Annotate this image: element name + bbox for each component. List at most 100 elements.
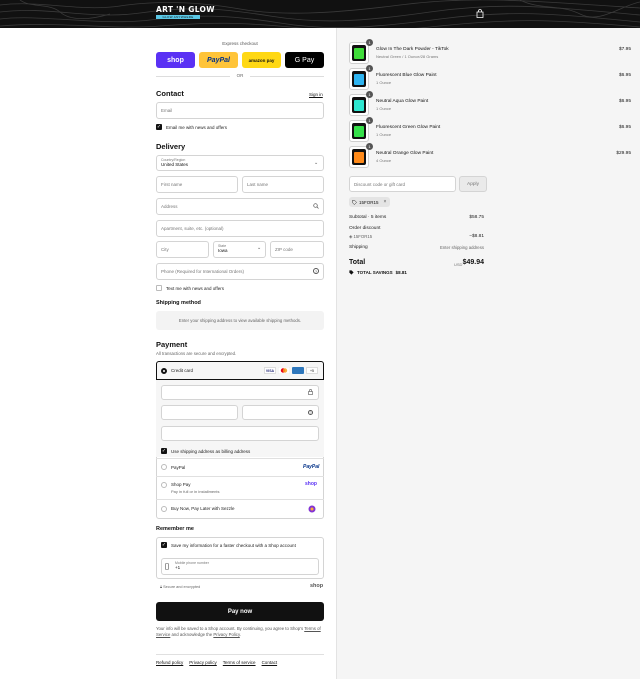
total-savings: TOTAL SAVINGS $8.81 (349, 270, 407, 275)
shipping-value: Enter shipping address (440, 245, 484, 250)
privacy-policy-link[interactable]: Privacy Policy (213, 632, 239, 637)
savings-label: TOTAL SAVINGS (357, 270, 393, 275)
card-number-field[interactable] (161, 385, 319, 400)
order-discount-code-text: 15FOR15 (353, 234, 373, 239)
terms-of-service-footer-link[interactable]: Terms of service (223, 660, 256, 665)
cart-item: 1 Neutral Orange Glow Paint 4 Ounce $29.95 (349, 143, 631, 170)
product-thumbnail (349, 42, 369, 64)
address-field[interactable]: Address (156, 198, 324, 215)
save-info-checkbox[interactable]: ✓ (161, 542, 167, 548)
total-value: $49.94 (462, 259, 484, 266)
product-variant: 1 Ounce (376, 106, 392, 111)
shop-pay-logo: shop (305, 481, 317, 487)
city-field[interactable]: City (156, 241, 209, 258)
brand-tagline: GLOW ANYWHERE (156, 15, 200, 19)
more-cards-badge: +5 (306, 367, 318, 374)
credit-card-radio[interactable] (161, 368, 167, 374)
phone-icon (165, 563, 169, 570)
product-price: $6.95 (618, 73, 631, 78)
product-price: $6.95 (618, 99, 631, 104)
shop-pay-button[interactable]: shop (156, 52, 195, 68)
cart-item: 1 Fluorescent Blue Glow Paint 1 Ounce $6.95 (349, 65, 631, 92)
quantity-badge: 1 (366, 91, 373, 98)
shop-pay-radio[interactable] (161, 482, 167, 488)
first-name-field[interactable]: First name (156, 176, 238, 193)
divider (156, 476, 324, 477)
quantity-badge: 1 (366, 65, 373, 72)
product-color (354, 100, 364, 111)
divider (156, 499, 324, 500)
quantity-badge: 1 (366, 117, 373, 124)
last-name-field[interactable]: Last name (242, 176, 324, 193)
news-checkbox[interactable]: ✓ (156, 124, 162, 130)
mobile-phone-value: +1 (175, 565, 181, 570)
product-price: $29.95 (616, 151, 631, 156)
mobile-phone-field[interactable]: Mobile phone number +1 (161, 558, 319, 575)
contact-link[interactable]: Contact (262, 660, 278, 665)
product-color (354, 152, 364, 163)
privacy-policy-footer-link[interactable]: Privacy policy (189, 660, 217, 665)
phone-field[interactable]: Phone (Required for International Orders… (156, 263, 324, 280)
product-color (354, 74, 364, 85)
remove-discount-icon[interactable]: × (384, 199, 387, 205)
discount-code: 15FOR15 (359, 199, 379, 205)
or-separator: OR (236, 73, 244, 78)
sezzle-radio[interactable] (161, 506, 167, 512)
order-discount-code: ◈ 15FOR15 (349, 234, 373, 239)
product-name: Fluorescent Blue Glow Paint (376, 73, 437, 78)
mastercard-icon (278, 367, 290, 374)
cart-item: 1 Fluorescent Green Glow Paint 1 Ounce $6.9… (349, 117, 631, 144)
pay-now-button[interactable]: Pay now (156, 602, 324, 621)
name-on-card-field[interactable] (161, 426, 319, 441)
product-thumbnail (349, 68, 369, 90)
help-icon[interactable]: ? (308, 410, 313, 415)
subtotal-value: $58.75 (469, 215, 484, 220)
terms-end: . (239, 632, 241, 637)
help-icon[interactable]: ? (313, 268, 319, 274)
paypal-radio[interactable] (161, 464, 167, 470)
country-select[interactable]: Country/Region United States (156, 155, 324, 171)
savings-value: $8.81 (395, 270, 407, 275)
zip-field[interactable]: ZIP code (270, 241, 324, 258)
sezzle-icon (308, 505, 316, 513)
amex-icon (292, 367, 304, 374)
billing-label: Use shipping address as billing address (171, 449, 251, 454)
paypal-button[interactable]: PayPal (199, 52, 238, 68)
cart-item: 1 Glow In The Dark Powder - TikTok Neutral… (349, 39, 631, 66)
discount-value: −$8.81 (469, 234, 484, 239)
google-pay-button[interactable]: G Pay (285, 52, 324, 68)
discount-field[interactable]: Discount code or gift card (349, 176, 456, 192)
sign-in-link[interactable]: Sign in (309, 92, 323, 97)
brand-logo[interactable]: ART 'N GLOW GLOW ANYWHERE (156, 6, 215, 19)
product-price: $7.95 (618, 47, 631, 52)
refund-policy-link[interactable]: Refund policy (156, 660, 183, 665)
payment-subtitle: All transactions are secure and encrypte… (156, 351, 237, 356)
apply-button[interactable]: Apply (459, 176, 487, 192)
chevron-down-icon: ⌄ (257, 245, 262, 251)
product-name: Neutral Aqua Glow Paint (376, 99, 429, 104)
tag-icon (349, 270, 354, 275)
terms-text: Your info will be saved to a Shop accoun… (156, 626, 324, 638)
product-variant: 4 Ounce (376, 158, 392, 163)
product-thumbnail (349, 94, 369, 116)
product-name: Neutral Orange Glow Paint (376, 151, 434, 156)
news-label: Email me with news and offers (166, 125, 227, 130)
product-variant: 1 Ounce (376, 132, 392, 137)
visa-icon: VISA (264, 367, 276, 374)
paypal-logo: PayPal (303, 464, 320, 470)
expiry-field[interactable] (161, 405, 238, 420)
text-checkbox[interactable] (156, 285, 162, 291)
shop-pay-subtitle: Pay in full or in installments (171, 489, 220, 494)
billing-checkbox[interactable]: ✓ (161, 448, 167, 454)
secure-label: Secure and encrypted (163, 585, 201, 589)
lock-icon (308, 389, 313, 395)
terms-line: Your info will be saved to a Shop accoun… (156, 626, 304, 631)
bag-icon[interactable] (476, 9, 484, 18)
amazon-pay-button[interactable]: amazon pay (242, 52, 281, 68)
email-field[interactable]: Email (156, 102, 324, 119)
sezzle-label: Buy Now, Pay Later with Sezzle (171, 506, 235, 511)
secure-text: 🔒︎ Secure and encrypted (160, 585, 201, 589)
apartment-field[interactable]: Apartment, suite, etc. (optional) (156, 220, 324, 237)
quantity-badge: 1 (366, 39, 373, 46)
total-label: Total (349, 259, 366, 266)
